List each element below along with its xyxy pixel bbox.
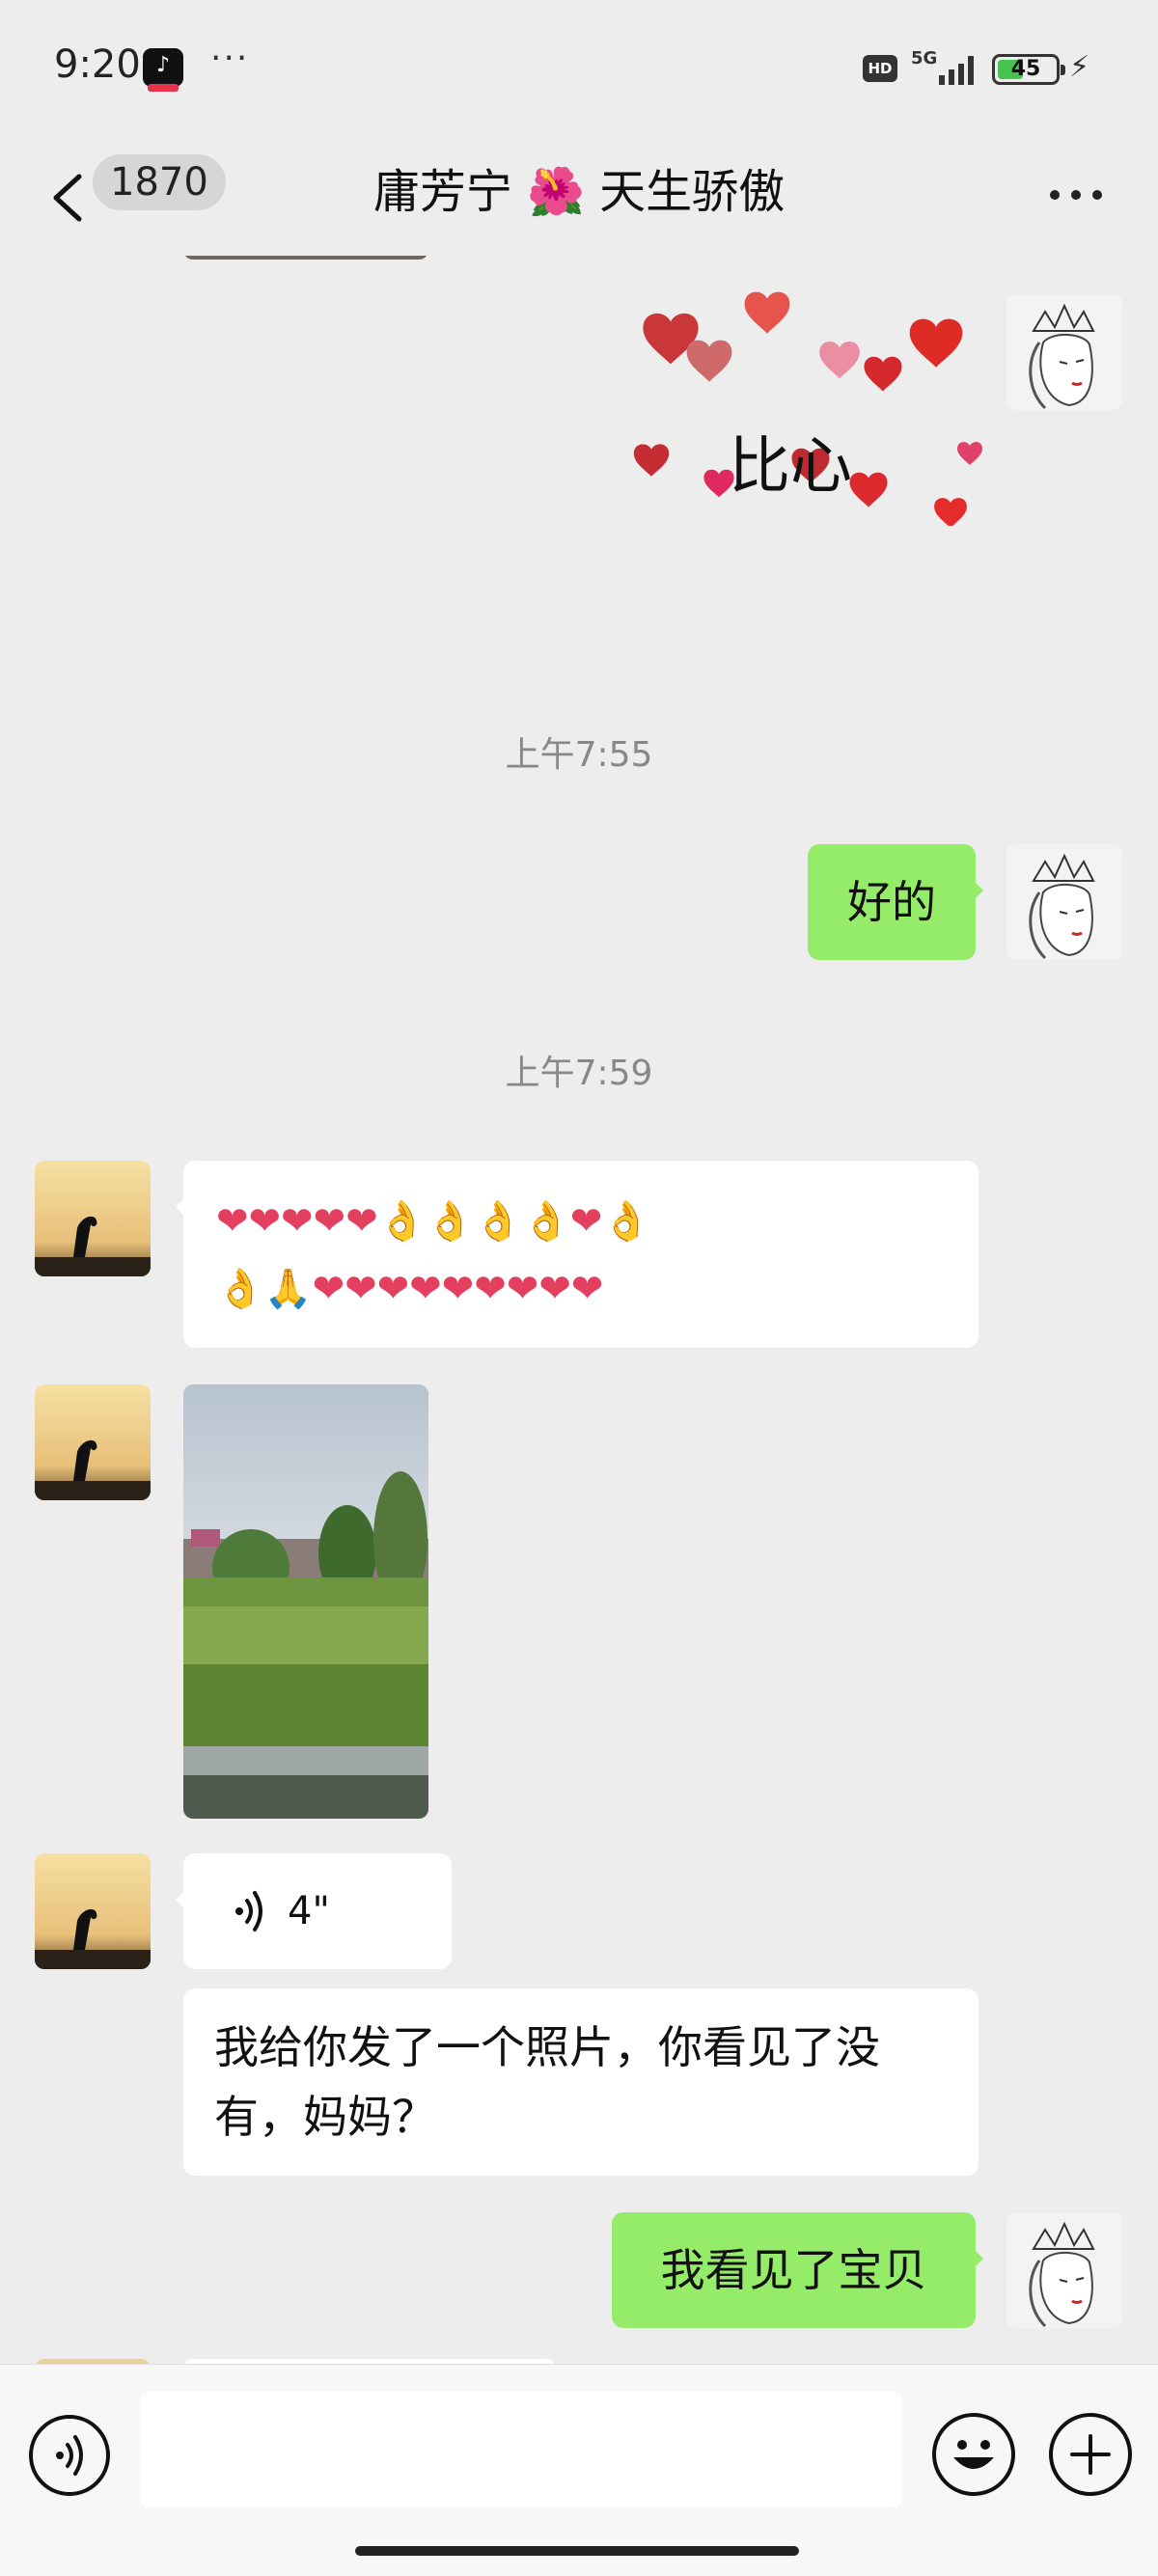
- chat-title: 庸芳宁 🌺 天生骄傲: [372, 165, 786, 219]
- battery-icon: 45: [992, 54, 1065, 85]
- home-indicator[interactable]: [355, 2546, 799, 2556]
- message-list[interactable]: 比心 上午7:55 好的 上午7:59 ❤❤❤❤❤👌👌👌👌❤👌 👌🙏❤❤❤❤❤❤…: [0, 256, 1158, 2364]
- incoming-message[interactable]: ❤❤❤❤❤👌👌👌👌❤👌 👌🙏❤❤❤❤❤❤❤❤❤: [176, 1161, 979, 1348]
- hearts-sticker-image: 比心: [633, 291, 982, 529]
- smiley-icon: [953, 2440, 994, 2469]
- emoji-line: 👌🙏❤❤❤❤❤❤❤❤❤: [216, 1267, 604, 1311]
- my-avatar[interactable]: [1006, 2212, 1122, 2328]
- unread-count-badge[interactable]: 1870: [93, 154, 226, 210]
- voice-message[interactable]: 4": [176, 1853, 452, 1969]
- hd-icon: HD: [863, 55, 897, 82]
- input-bar: [0, 2364, 1158, 2576]
- battery-level: 45: [1010, 57, 1041, 81]
- timestamp: 上午7:55: [505, 735, 653, 775]
- photo-message[interactable]: [183, 1384, 428, 1819]
- more-notifications-icon: ···: [210, 39, 250, 78]
- previous-image-edge[interactable]: [183, 256, 428, 260]
- emoji-button[interactable]: [932, 2413, 1015, 2496]
- chat-header: 1870 庸芳宁 🌺 天生骄傲: [0, 140, 1158, 256]
- sticker-text: 比心: [729, 431, 852, 503]
- incoming-message[interactable]: 我给你发了一个照片，你看见了没有，妈妈？: [183, 1988, 979, 2176]
- status-bar: 9:20 ♪ ··· HD 5G 45 ⚡: [0, 0, 1158, 140]
- landscape-photo: [183, 1384, 428, 1819]
- my-avatar[interactable]: [1006, 294, 1122, 410]
- heart-sticker[interactable]: 比心: [627, 285, 984, 529]
- message-text: 我给你发了一个照片，你看见了没有，妈妈？: [214, 2021, 880, 2143]
- plus-circle-icon: [1070, 2434, 1111, 2475]
- my-avatar[interactable]: [1006, 844, 1122, 960]
- plus-button[interactable]: [1049, 2413, 1132, 2496]
- voice-input-button[interactable]: [29, 2415, 110, 2496]
- voice-duration: 4": [288, 1889, 330, 1933]
- status-time: 9:20: [54, 42, 141, 87]
- emoji-line: ❤❤❤❤❤👌👌👌👌❤👌: [216, 1199, 651, 1244]
- voice-wave-icon: [235, 1891, 262, 1932]
- outgoing-message[interactable]: 好的: [808, 844, 983, 960]
- contact-avatar[interactable]: [35, 1853, 151, 1969]
- chevron-left-icon[interactable]: [44, 159, 93, 236]
- contact-avatar[interactable]: [35, 1161, 151, 1276]
- voice-wave-icon: [56, 2435, 83, 2476]
- contact-avatar[interactable]: [35, 1384, 151, 1500]
- more-dots-icon[interactable]: [1042, 178, 1110, 217]
- charging-icon: ⚡: [1069, 50, 1090, 84]
- message-text: 好的: [847, 876, 936, 928]
- message-input[interactable]: [140, 2392, 902, 2507]
- outgoing-message[interactable]: 我看见了宝贝: [612, 2212, 983, 2328]
- signal-icon: [931, 54, 979, 85]
- timestamp: 上午7:59: [505, 1054, 653, 1093]
- message-text: 我看见了宝贝: [660, 2244, 927, 2296]
- tiktok-notification-icon: ♪: [143, 48, 183, 92]
